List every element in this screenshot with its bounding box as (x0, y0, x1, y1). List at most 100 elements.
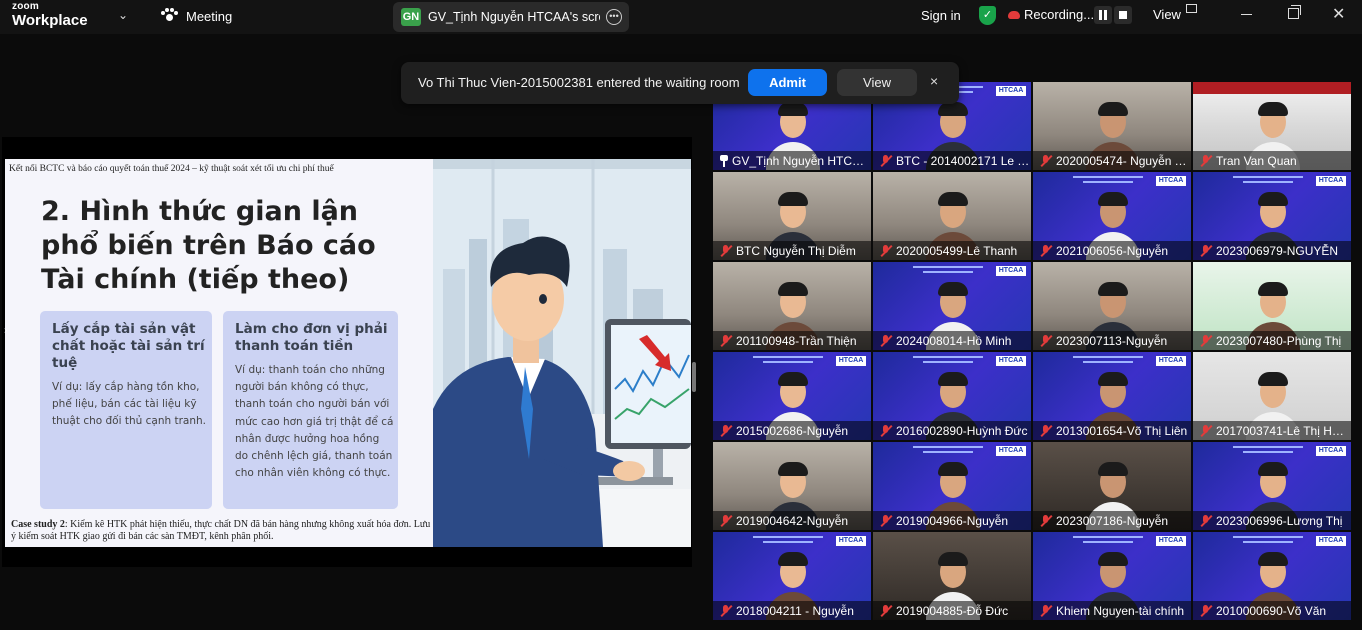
card2-body: Ví dụ: thanh toán cho những người bán kh… (235, 364, 394, 480)
case-text: : Kiểm kê HTK phát hiện thiếu, thực chất… (11, 519, 431, 542)
participant-name-bar: 2019004966-Nguyễn (873, 511, 1031, 530)
participant-tile[interactable]: HTCAA 2021006056-Nguyễn (1033, 172, 1191, 260)
participant-name: 2023007113-Nguyễn (1056, 333, 1168, 348)
pause-recording-button[interactable] (1094, 6, 1112, 24)
share-title: GV_Tịnh Nguyễn HTCAA's screen (428, 10, 600, 24)
participant-tile[interactable]: HTCAA 2024008014-Hồ Minh (873, 262, 1031, 350)
participant-tile[interactable]: HTCAA 2023006996-Lương Thị (1193, 442, 1351, 530)
mic-muted-icon (1039, 334, 1053, 348)
participant-tile[interactable]: HTCAA 2023006979-NGUYỄN (1193, 172, 1351, 260)
participant-tile[interactable]: HTCAA 2015002686-Nguyễn (713, 352, 871, 440)
participant-tile[interactable]: 2019004642-Nguyễn (713, 442, 871, 530)
notification-message: Vo Thi Thuc Vien-2015002381 entered the … (418, 75, 740, 90)
participant-tile[interactable]: 2023007113-Nguyễn (1033, 262, 1191, 350)
presentation-slide: Kết nối BCTC và báo cáo quyết toán thuế … (5, 159, 691, 547)
view-waiting-room-button[interactable]: View (837, 69, 917, 96)
participant-tile[interactable]: 201100948-Trần Thiện (713, 262, 871, 350)
chevron-down-icon[interactable]: ⌄ (118, 8, 128, 22)
participant-name: 201100948-Trần Thiện (736, 333, 857, 348)
participant-name-bar: Tran Van Quan (1193, 151, 1351, 170)
waiting-room-notification: Vo Thi Thuc Vien-2015002381 entered the … (401, 62, 959, 104)
mic-muted-icon (719, 244, 733, 258)
recording-indicator[interactable]: Recording... (1008, 7, 1094, 22)
participant-tile[interactable]: HTCAA Khiem Nguyen-tài chính (1033, 532, 1191, 620)
participant-name-bar: BTC - 2014002171 Le Thanh (873, 151, 1031, 170)
participant-tile[interactable]: HTCAA 2019004966-Nguyễn (873, 442, 1031, 530)
participant-name-bar: 2019004885-Đỗ Đức (873, 601, 1031, 620)
participant-tile[interactable]: 2017003741-Lê Thị Hồng (1193, 352, 1351, 440)
slide-text-area: Kết nối BCTC và báo cáo quyết toán thuế … (5, 159, 433, 547)
sign-in-link[interactable]: Sign in (921, 8, 961, 23)
mic-muted-icon (719, 604, 733, 618)
shield-check-icon[interactable]: ✓ (979, 6, 996, 25)
participant-name-bar: 2023007186-Nguyễn (1033, 511, 1191, 530)
case-study-note: Case study 2: Kiểm kê HTK phát hiện thiế… (11, 519, 431, 543)
participant-name-bar: 2016002890-Huỳnh Đức (873, 421, 1031, 440)
participant-name-bar: 2023007113-Nguyễn (1033, 331, 1191, 350)
mic-muted-icon (1199, 334, 1213, 348)
shared-screen[interactable]: Kết nối BCTC và báo cáo quyết toán thuế … (2, 137, 692, 567)
participant-name: 2020005474- Nguyễn Thị (1056, 153, 1190, 168)
card-fraud-payments: Làm cho đơn vị phải thanh toán tiền Ví d… (223, 311, 398, 509)
participant-tile[interactable]: HTCAA 2018004211 - Nguyễn (713, 532, 871, 620)
pin-icon (719, 154, 729, 167)
close-icon[interactable]: × (930, 73, 938, 89)
participant-name-bar: BTC Nguyễn Thị Diễm (713, 241, 871, 260)
stop-recording-button[interactable] (1114, 6, 1132, 24)
mic-muted-icon (719, 334, 733, 348)
participant-tile[interactable]: Tran Van Quan (1193, 82, 1351, 170)
participant-name: 2010000690-Võ Văn (1216, 603, 1327, 618)
presenter-avatar: GN (401, 8, 421, 26)
mic-muted-icon (719, 424, 733, 438)
mic-muted-icon (1199, 514, 1213, 528)
participant-name-bar: Khiem Nguyen-tài chính (1033, 601, 1191, 620)
splitter-handle[interactable] (692, 362, 696, 392)
participant-gallery: HTCAAGV_Tịnh Nguyễn HTCAAHTCAABTC - 2014… (713, 82, 1353, 622)
pointer-cursor-icon: › (4, 325, 8, 336)
participant-name-bar: 2023006996-Lương Thị (1193, 511, 1351, 530)
participant-name-bar: 2019004642-Nguyễn (713, 511, 871, 530)
mic-muted-icon (1039, 244, 1053, 258)
participant-tile[interactable]: HTCAA 2013001654-Võ Thị Liên (1033, 352, 1191, 440)
screen-share-indicator[interactable]: GN GV_Tịnh Nguyễn HTCAA's screen ••• (393, 2, 629, 32)
participant-tile[interactable]: 2020005474- Nguyễn Thị (1033, 82, 1191, 170)
participant-name: 2021006056-Nguyễn (1056, 243, 1169, 258)
participant-name-bar: 2015002686-Nguyễn (713, 421, 871, 440)
restore-button[interactable] (1288, 5, 1301, 19)
participant-name: 2019004966-Nguyễn (896, 513, 1009, 528)
card-theft-assets: Lấy cắp tài sản vật chất hoặc tài sản tr… (40, 311, 212, 509)
admit-button[interactable]: Admit (748, 69, 827, 96)
card1-body: Ví dụ: lấy cắp hàng tồn kho, phế liệu, b… (52, 381, 206, 428)
participant-name: 2023007186-Nguyễn (1056, 513, 1169, 528)
mic-muted-icon (1199, 154, 1213, 168)
participant-tile[interactable]: BTC Nguyễn Thị Diễm (713, 172, 871, 260)
minimize-button[interactable] (1241, 14, 1252, 15)
participant-tile[interactable]: HTCAA 2010000690-Võ Văn (1193, 532, 1351, 620)
participant-name: 2023007480-Phùng Thị (1216, 333, 1342, 348)
participant-name-bar: 2010000690-Võ Văn (1193, 601, 1351, 620)
participant-name: 2016002890-Huỳnh Đức (896, 423, 1028, 438)
participant-tile[interactable]: 2020005499-Lê Thanh (873, 172, 1031, 260)
meeting-menu[interactable]: Meeting (160, 8, 232, 24)
mic-muted-icon (879, 334, 893, 348)
more-icon[interactable]: ••• (606, 9, 622, 25)
participant-tile[interactable]: 2023007480-Phùng Thị (1193, 262, 1351, 350)
close-window-button[interactable]: ✕ (1332, 4, 1345, 24)
recording-label: Recording... (1024, 7, 1095, 22)
participant-name: Khiem Nguyen-tài chính (1056, 603, 1185, 618)
logo-brand: zoom (12, 1, 39, 12)
participant-tile[interactable]: HTCAA 2016002890-Huỳnh Đức (873, 352, 1031, 440)
mic-muted-icon (719, 514, 733, 528)
participant-name: 2017003741-Lê Thị Hồng (1216, 423, 1350, 438)
mic-muted-icon (1039, 424, 1053, 438)
case-label: Case study 2 (11, 519, 65, 530)
zoom-logo: zoom Workplace (12, 1, 88, 29)
view-menu-button[interactable]: View (1153, 7, 1181, 22)
top-bar: zoom Workplace ⌄ Meeting GN GV_Tịnh Nguy… (0, 0, 1362, 34)
cloud-record-icon (1008, 10, 1020, 19)
card1-title: Lấy cắp tài sản vật chất hoặc tài sản tr… (52, 321, 205, 371)
participant-name-bar: 2023006979-NGUYỄN (1193, 241, 1351, 260)
participant-name-bar: 2013001654-Võ Thị Liên (1033, 421, 1191, 440)
participant-tile[interactable]: 2019004885-Đỗ Đức (873, 532, 1031, 620)
participant-tile[interactable]: 2023007186-Nguyễn (1033, 442, 1191, 530)
